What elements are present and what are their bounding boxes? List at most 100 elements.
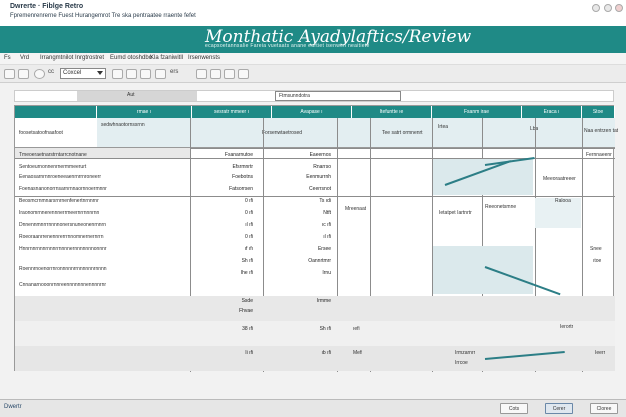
grid-header-cell[interactable]: Itefuntte ıe bbox=[352, 106, 432, 118]
back-icon[interactable] bbox=[4, 69, 15, 79]
value-cell: Ii ıfi bbox=[245, 350, 253, 356]
value-cell: 0 ıfi bbox=[244, 210, 253, 216]
subheader-cell: Lba bbox=[522, 118, 582, 148]
close-icon[interactable] bbox=[615, 4, 623, 12]
cancel-button[interactable]: Cerer bbox=[545, 403, 573, 414]
value-cell: ıb ıfi bbox=[321, 350, 331, 356]
tool-icon[interactable] bbox=[140, 69, 151, 79]
value-cell: Ihe ıfi bbox=[240, 270, 253, 276]
value-cell: Sh ıfi bbox=[241, 258, 253, 264]
status-text: Dwertr bbox=[4, 404, 22, 410]
circle-icon[interactable] bbox=[34, 69, 45, 79]
grid-header-cell[interactable]: rmae ı bbox=[97, 106, 192, 118]
tool-icon[interactable] bbox=[126, 69, 137, 79]
tool-icon[interactable] bbox=[196, 69, 207, 79]
chart-area bbox=[433, 246, 533, 294]
list-item[interactable]: Roennrnoenorrnronnnnnrrnnnnnnrnnnn bbox=[19, 266, 107, 272]
subheader-cell: sedwhnaotornssrnn bbox=[97, 118, 192, 148]
menu-item[interactable]: Irsenwensts bbox=[188, 55, 220, 61]
list-item[interactable]: Cnnanarnooonrnnreennnnnnnennnnrnr bbox=[19, 282, 106, 288]
value-cell: Sh ıfi bbox=[319, 326, 331, 332]
section-row bbox=[15, 346, 615, 371]
side-cell: Ierortr bbox=[560, 324, 574, 330]
value-cell: 38 ıfi bbox=[242, 326, 253, 332]
grid-header-cell[interactable]: sesratr mmeer ı bbox=[192, 106, 272, 118]
filter-tab[interactable]: Aut bbox=[77, 91, 197, 101]
menu-item[interactable]: Inrgtrostret bbox=[75, 55, 104, 61]
grid-header-cell[interactable]: Avapase ı bbox=[272, 106, 352, 118]
subheader-text: Tee satrt ormnenrt bbox=[382, 130, 423, 136]
value-cell: Rnarrso bbox=[313, 164, 331, 170]
list-item[interactable]: Hnnrnnrnnnrnnnrrnnnnernnnnnnnonnnr bbox=[19, 246, 107, 252]
value-cell: Ssde bbox=[241, 298, 253, 304]
toolbar: cc Coxcel ers bbox=[0, 65, 626, 83]
list-item[interactable]: Roeoraanrrenennrerrrnnomnernernrrn bbox=[19, 234, 104, 240]
subheader-text: sedwhnaotornssrnn bbox=[101, 122, 145, 128]
list-item[interactable]: Sentoeurnonnenrnermmeerurt bbox=[19, 164, 86, 170]
maximize-icon[interactable] bbox=[604, 4, 612, 12]
data-grid: rmae ı sesratr mmeer ı Avapase ı Itefunt… bbox=[14, 105, 618, 372]
subheader-text: Forsenwtaetrosed bbox=[262, 130, 303, 136]
value-cell: 0 ıfi bbox=[244, 234, 253, 240]
grid-header-cell[interactable] bbox=[15, 106, 97, 118]
subheader-cell: Irtea bbox=[432, 118, 522, 148]
menu-item[interactable]: Fs bbox=[4, 55, 11, 61]
side-cell: Fernnaeenr bbox=[586, 152, 612, 158]
row-divider bbox=[15, 196, 615, 197]
search-input[interactable]: Ftmsunndotra bbox=[275, 91, 401, 101]
value-cell: Irmme bbox=[316, 298, 331, 304]
menu-item[interactable]: Eumd otoshdbo bbox=[110, 55, 152, 61]
value-cell: Fatsorrsen bbox=[229, 186, 253, 192]
subheader-text: Naa entrzen tat bbox=[584, 128, 619, 134]
value-cell: Oannrtmrr bbox=[308, 258, 331, 264]
list-item[interactable]: Foenasnanonorrnsarnrnnaornnoermnnr bbox=[19, 186, 107, 192]
value-cell: Ntft bbox=[323, 210, 331, 216]
chart-area bbox=[433, 159, 533, 195]
grid-header-cell[interactable]: Stoe bbox=[582, 106, 615, 118]
section-row bbox=[15, 321, 615, 346]
window-titlebar: Dwrerte · Fiblge Retro Fpremenrenrerne F… bbox=[0, 0, 626, 26]
chevron-down-icon bbox=[97, 71, 103, 75]
section-row bbox=[15, 296, 615, 321]
value-cell: ıl ıfi bbox=[245, 222, 253, 228]
tool-icon[interactable] bbox=[155, 69, 166, 79]
window-subtitle: Fpremenrenrerne Fuest Hurangemrot Tre sk… bbox=[10, 13, 196, 19]
map-label: Irmzarnrr bbox=[455, 350, 476, 356]
subheader-cell: Forsenwtaetrosed bbox=[192, 118, 352, 148]
menu-item[interactable]: Irrangmtnilot bbox=[40, 55, 73, 61]
tool-icon[interactable] bbox=[224, 69, 235, 79]
menu-item[interactable]: Kla fzaniwitll bbox=[150, 55, 183, 61]
subheader-cell: Tee satrt ormnenrt bbox=[352, 118, 432, 148]
list-item[interactable]: Eenaosarnrnnroeneeaenrnrrnroneerr bbox=[19, 174, 101, 180]
ok-button[interactable]: Cots bbox=[500, 403, 528, 414]
tool-icon[interactable] bbox=[210, 69, 221, 79]
grid-header-cell[interactable]: Eraca ı bbox=[522, 106, 582, 118]
list-item[interactable]: Tmeoeraetnarstrntarrcnotnane bbox=[19, 152, 87, 158]
subheader-cell: foosetsatoofnaafoot bbox=[15, 118, 97, 148]
view-select-value: Coxcel bbox=[63, 70, 82, 76]
list-item[interactable]: Iraonomrnnerennnerrmeernrrnnnrnn bbox=[19, 210, 99, 216]
view-select[interactable]: Coxcel bbox=[60, 68, 106, 79]
filter-tab-label: Aut bbox=[127, 92, 135, 98]
grid-header-cell[interactable]: Fsanm irae bbox=[432, 106, 522, 118]
menu-item[interactable]: Vrd bbox=[20, 55, 29, 61]
filter-strip: Aut Ftmsunndotra bbox=[14, 90, 614, 102]
list-item[interactable]: Beosmcrnmnarsrnrnenfenertnrnnrnr bbox=[19, 198, 99, 204]
list-item[interactable]: Dnnennmnrrrnnnnonersnuneonenrnnrn bbox=[19, 222, 106, 228]
value-cell: Mreenaat bbox=[345, 206, 367, 212]
map-label: Reeonetsmne bbox=[485, 204, 517, 210]
value-cell: ıl ıfi bbox=[323, 234, 331, 240]
tool-icon[interactable] bbox=[112, 69, 123, 79]
value-cell: Ceerrsnot bbox=[309, 186, 331, 192]
value-cell: Eenmurrnh bbox=[306, 174, 331, 180]
value-cell: Efsrmnrtr bbox=[232, 164, 253, 170]
side-cell: Ieerr bbox=[595, 350, 606, 356]
menu-bar: Fs Vrd Irrangmtnilot Inrgtrostret Eumd o… bbox=[0, 53, 626, 65]
close-button[interactable]: Cloree bbox=[590, 403, 618, 414]
minimize-icon[interactable] bbox=[592, 4, 600, 12]
forward-icon[interactable] bbox=[18, 69, 29, 79]
map-label: Irrcoe bbox=[455, 360, 468, 366]
subheader-text: foosetsatoofnaafoot bbox=[19, 130, 63, 136]
map-label: Ietatpet Iartnrtr bbox=[439, 210, 472, 216]
tool-icon[interactable] bbox=[238, 69, 249, 79]
